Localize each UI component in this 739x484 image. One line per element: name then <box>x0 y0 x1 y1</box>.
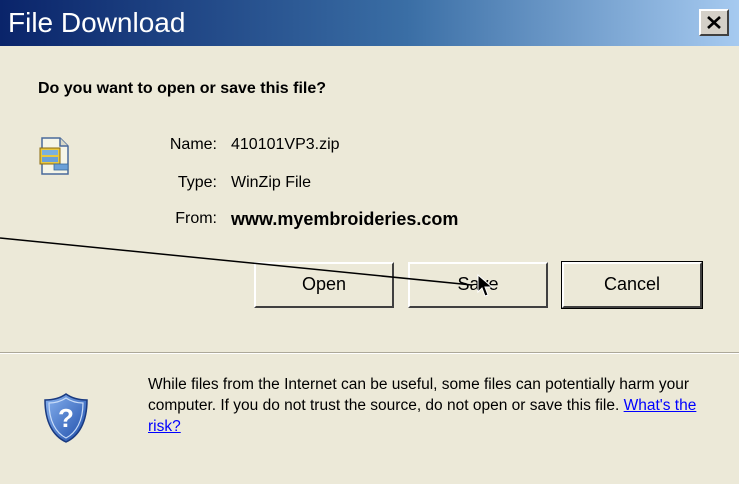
svg-text:?: ? <box>58 403 74 433</box>
close-icon <box>707 16 721 29</box>
dialog-question: Do you want to open or save this file? <box>38 80 327 97</box>
open-button-label: Open <box>301 274 347 294</box>
window-title: File Download <box>8 7 186 38</box>
close-button[interactable] <box>699 9 729 36</box>
security-shield-question-icon: ? <box>43 392 89 449</box>
warning-text: While files from the Internet can be use… <box>148 376 690 414</box>
title-bar: File Download <box>0 0 739 46</box>
file-name-label: Name: <box>169 136 217 153</box>
file-from-value: www.myembroideries.com <box>231 209 459 229</box>
save-button[interactable]: Save <box>408 262 548 308</box>
cancel-button-label: Cancel <box>603 274 661 294</box>
open-button[interactable]: Open <box>254 262 394 308</box>
annotation-line <box>0 237 473 286</box>
separator <box>0 352 739 354</box>
file-type-value: WinZip File <box>231 174 312 191</box>
file-name-value: 410101VP3.zip <box>231 136 340 153</box>
file-type-label: Type: <box>177 174 217 191</box>
cancel-button[interactable]: Cancel <box>561 261 703 309</box>
security-warning: While files from the Internet can be use… <box>148 374 733 437</box>
save-button-label: Save <box>457 274 499 294</box>
file-from-label: From: <box>175 210 217 227</box>
